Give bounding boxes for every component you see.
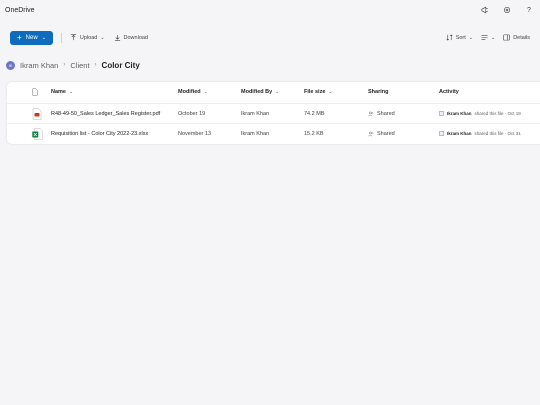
share-activity-icon bbox=[439, 111, 444, 116]
chevron-down-icon: ⌄ bbox=[203, 89, 208, 95]
modified-by: Ikram Khan bbox=[241, 130, 270, 137]
activity-text: shared this file · Oct 19 bbox=[474, 111, 521, 116]
chevron-down-icon: ⌄ bbox=[490, 34, 496, 41]
settings-icon[interactable] bbox=[502, 5, 512, 15]
column-header-file-size[interactable]: File size ⌄ bbox=[304, 89, 333, 95]
top-bar: OneDrive ? bbox=[0, 0, 540, 20]
breadcrumb: IK Ikram Khan › Client › Color City bbox=[6, 59, 140, 71]
breadcrumb-separator: › bbox=[63, 62, 66, 68]
excel-file-icon bbox=[32, 127, 43, 140]
upload-label: Upload bbox=[79, 34, 98, 41]
megaphone-icon[interactable] bbox=[480, 5, 490, 15]
new-button[interactable]: + New ⌄ bbox=[10, 30, 53, 45]
chevron-down-icon: ⌄ bbox=[68, 89, 74, 95]
activity: Ikram Khan shared this file · Oct 31 bbox=[439, 131, 521, 136]
sort-label: Sort bbox=[455, 34, 466, 41]
breadcrumb-item-client[interactable]: Client bbox=[70, 61, 89, 70]
command-bar: + New ⌄ Upload ⌄ Download Sort ⌄ ⌄ Detai… bbox=[10, 30, 530, 45]
details-label: Details bbox=[513, 34, 530, 41]
sort-button[interactable]: Sort ⌄ bbox=[446, 34, 473, 41]
pdf-file-icon bbox=[32, 107, 42, 120]
download-icon bbox=[114, 34, 120, 41]
file-list: Name ⌄ Modified ⌄ Modified By ⌄ File size ⌄ … bbox=[7, 82, 540, 144]
column-header-sharing[interactable]: Sharing bbox=[368, 89, 388, 95]
file-size: 74.2 MB bbox=[304, 110, 325, 117]
details-pane-icon bbox=[503, 34, 510, 41]
file-size: 15.2 KB bbox=[304, 130, 324, 137]
table-header: Name ⌄ Modified ⌄ Modified By ⌄ File size ⌄ … bbox=[7, 82, 540, 102]
upload-button[interactable]: Upload ⌄ bbox=[70, 34, 105, 41]
breadcrumb-item-root[interactable]: Ikram Khan bbox=[20, 61, 58, 70]
upload-icon bbox=[70, 34, 77, 41]
table-row[interactable]: R48-49-50_Sales Ledger_Sales Register.pd… bbox=[7, 103, 540, 123]
top-icons: ? bbox=[480, 5, 534, 15]
sharing-status[interactable]: Shared bbox=[368, 131, 395, 137]
chevron-down-icon: ⌄ bbox=[468, 34, 473, 41]
list-view-icon bbox=[481, 35, 488, 40]
file-name[interactable]: Requisition list - Color City 2022-23.xl… bbox=[51, 131, 148, 137]
app-title[interactable]: OneDrive bbox=[5, 7, 35, 14]
activity-user: Ikram Khan bbox=[447, 111, 472, 116]
modified-date: November 13 bbox=[178, 130, 212, 137]
help-icon[interactable]: ? bbox=[524, 5, 534, 15]
people-icon bbox=[368, 131, 374, 136]
view-options-button[interactable]: ⌄ bbox=[481, 34, 495, 41]
plus-icon: + bbox=[17, 32, 22, 42]
chevron-down-icon: ⌄ bbox=[100, 34, 105, 41]
breadcrumb-separator: › bbox=[94, 62, 97, 68]
avatar: IK bbox=[6, 60, 15, 70]
column-header-name[interactable]: Name ⌄ bbox=[51, 89, 73, 95]
download-button[interactable]: Download bbox=[114, 34, 148, 41]
modified-date: October 19 bbox=[178, 110, 206, 117]
file-type-icon[interactable] bbox=[32, 88, 38, 96]
activity-text: shared this file · Oct 31 bbox=[474, 131, 521, 136]
share-activity-icon bbox=[439, 131, 444, 136]
breadcrumb-current: Color City bbox=[101, 60, 140, 70]
sharing-label: Shared bbox=[377, 130, 395, 137]
column-header-activity[interactable]: Activity bbox=[439, 89, 459, 95]
sharing-status[interactable]: Shared bbox=[368, 111, 395, 117]
sort-icon bbox=[446, 34, 453, 41]
modified-by: Ikram Khan bbox=[241, 110, 270, 117]
chevron-down-icon: ⌄ bbox=[328, 89, 333, 95]
toolbar-right: Sort ⌄ ⌄ Details bbox=[438, 34, 530, 41]
details-button[interactable]: Details bbox=[503, 34, 530, 41]
file-name[interactable]: R48-49-50_Sales Ledger_Sales Register.pd… bbox=[51, 111, 160, 117]
sharing-label: Shared bbox=[377, 110, 395, 117]
chevron-down-icon: ⌄ bbox=[275, 89, 280, 95]
toolbar-divider bbox=[60, 32, 62, 43]
download-label: Download bbox=[123, 34, 148, 41]
new-button-label: New bbox=[25, 34, 38, 41]
activity-user: Ikram Khan bbox=[447, 131, 472, 136]
column-header-modified[interactable]: Modified ⌄ bbox=[178, 89, 208, 95]
people-icon bbox=[368, 111, 374, 116]
chevron-down-icon: ⌄ bbox=[41, 34, 46, 41]
column-header-modified-by[interactable]: Modified By ⌄ bbox=[241, 89, 279, 95]
table-row[interactable]: Requisition list - Color City 2022-23.xl… bbox=[7, 123, 540, 143]
activity: Ikram Khan shared this file · Oct 19 bbox=[439, 111, 521, 116]
